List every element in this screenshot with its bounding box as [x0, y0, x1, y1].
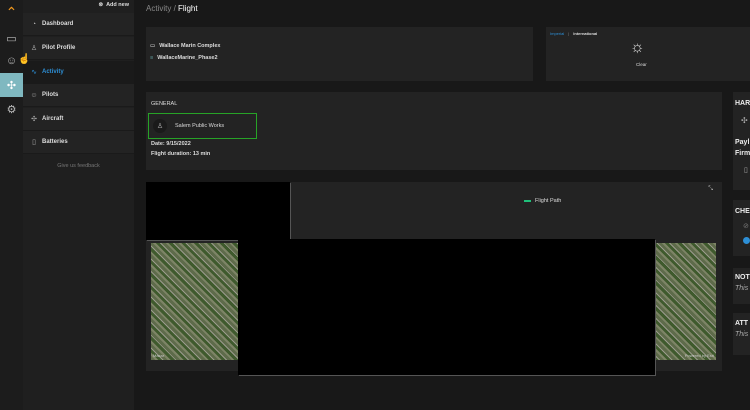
organization-item[interactable]: ♙ Salem Public Works — [148, 113, 257, 139]
drone-icon[interactable]: ✣ — [0, 73, 23, 97]
attachments-text: This — [735, 331, 749, 338]
phase-name: WallaceMarine_Phase2 — [157, 55, 218, 61]
sidebar-item-pilot-profile[interactable]: ♙ Pilot Profile — [23, 37, 134, 60]
cursor-hand-icon: ☝ — [18, 54, 31, 65]
battery-icon: ▯ — [32, 139, 36, 146]
general-card: GENERAL ♙ Salem Public Works Date: 9/15/… — [146, 92, 722, 170]
check-circle-icon[interactable] — [743, 237, 750, 244]
layers-icon: ≡ — [150, 55, 154, 61]
plus-circle-icon: ⊗ — [98, 2, 104, 8]
unit-imperial[interactable]: Imperial — [550, 31, 564, 36]
add-new-button[interactable]: ⊗ Add new — [98, 2, 129, 8]
dashboard-icon: ◔ — [31, 20, 37, 28]
briefcase-icon: ▭ — [150, 43, 156, 49]
unit-international[interactable]: International — [573, 31, 597, 36]
map-attribution-left: Maxar — [153, 353, 165, 358]
breadcrumb: Activity / Flight — [146, 4, 198, 13]
firmware-label: Firm — [735, 150, 750, 157]
battery-icon: ▯ — [744, 167, 748, 174]
sidebar: ⊗ Add new ◔ Dashboard ♙ Pilot Profile ∿ Acti… — [23, 0, 134, 410]
disabled-icon: ⊘ — [743, 223, 749, 230]
sidebar-item-pilots[interactable]: ☺ Pilots — [23, 84, 134, 107]
general-title: GENERAL — [151, 101, 178, 107]
sidebar-item-aircraft[interactable]: ✣ Aircraft — [23, 108, 134, 131]
logo-icon[interactable]: ⌃ — [0, 0, 23, 24]
redacted-overlay — [146, 182, 290, 240]
users-icon: ☺ — [30, 91, 38, 99]
redacted-overlay — [238, 239, 655, 375]
user-icon: ♙ — [30, 45, 38, 52]
sidebar-item-batteries[interactable]: ▯ Batteries — [23, 131, 134, 154]
notes-text: This — [735, 285, 749, 292]
legend-line-icon — [524, 200, 531, 202]
site-name: Wallace Marin Complex — [159, 43, 221, 49]
payload-label: Payl — [735, 139, 750, 146]
weather-card: Imperial | International ☼ Clear — [546, 27, 750, 81]
notes-title: NOT — [735, 274, 750, 281]
attachments-title: ATT — [735, 320, 749, 327]
calendar-icon[interactable]: ▭ — [0, 26, 23, 50]
project-card: ▭ Wallace Marin Complex ≡ WallaceMarine_Ph… — [146, 27, 533, 81]
map-legend: Flight Path — [524, 198, 561, 204]
sidebar-item-dashboard[interactable]: ◔ Dashboard — [23, 13, 134, 36]
activity-icon: ∿ — [31, 69, 37, 76]
user-icon: ♙ — [153, 119, 167, 133]
map-attribution-right: Powered by Esri — [684, 353, 714, 358]
drone-icon: ✣ — [741, 116, 748, 125]
flight-duration: Flight duration: 13 min — [151, 151, 211, 157]
breadcrumb-current: Flight — [178, 4, 198, 13]
breadcrumb-activity[interactable]: Activity — [146, 4, 171, 13]
checklist-title: CHE — [735, 208, 750, 215]
drone-icon: ✣ — [31, 116, 37, 123]
hardware-title: HAR — [735, 100, 750, 107]
flight-date: Date: 9/15/2022 — [151, 141, 191, 147]
feedback-link[interactable]: Give us feedback — [23, 163, 134, 169]
sun-icon: ☼ — [630, 39, 645, 56]
expand-icon[interactable]: ⤡ — [708, 186, 713, 193]
sidebar-item-activity[interactable]: ∿ Activity — [23, 61, 134, 84]
gear-icon[interactable]: ⚙ — [0, 97, 23, 121]
weather-condition: Clear — [636, 62, 647, 67]
